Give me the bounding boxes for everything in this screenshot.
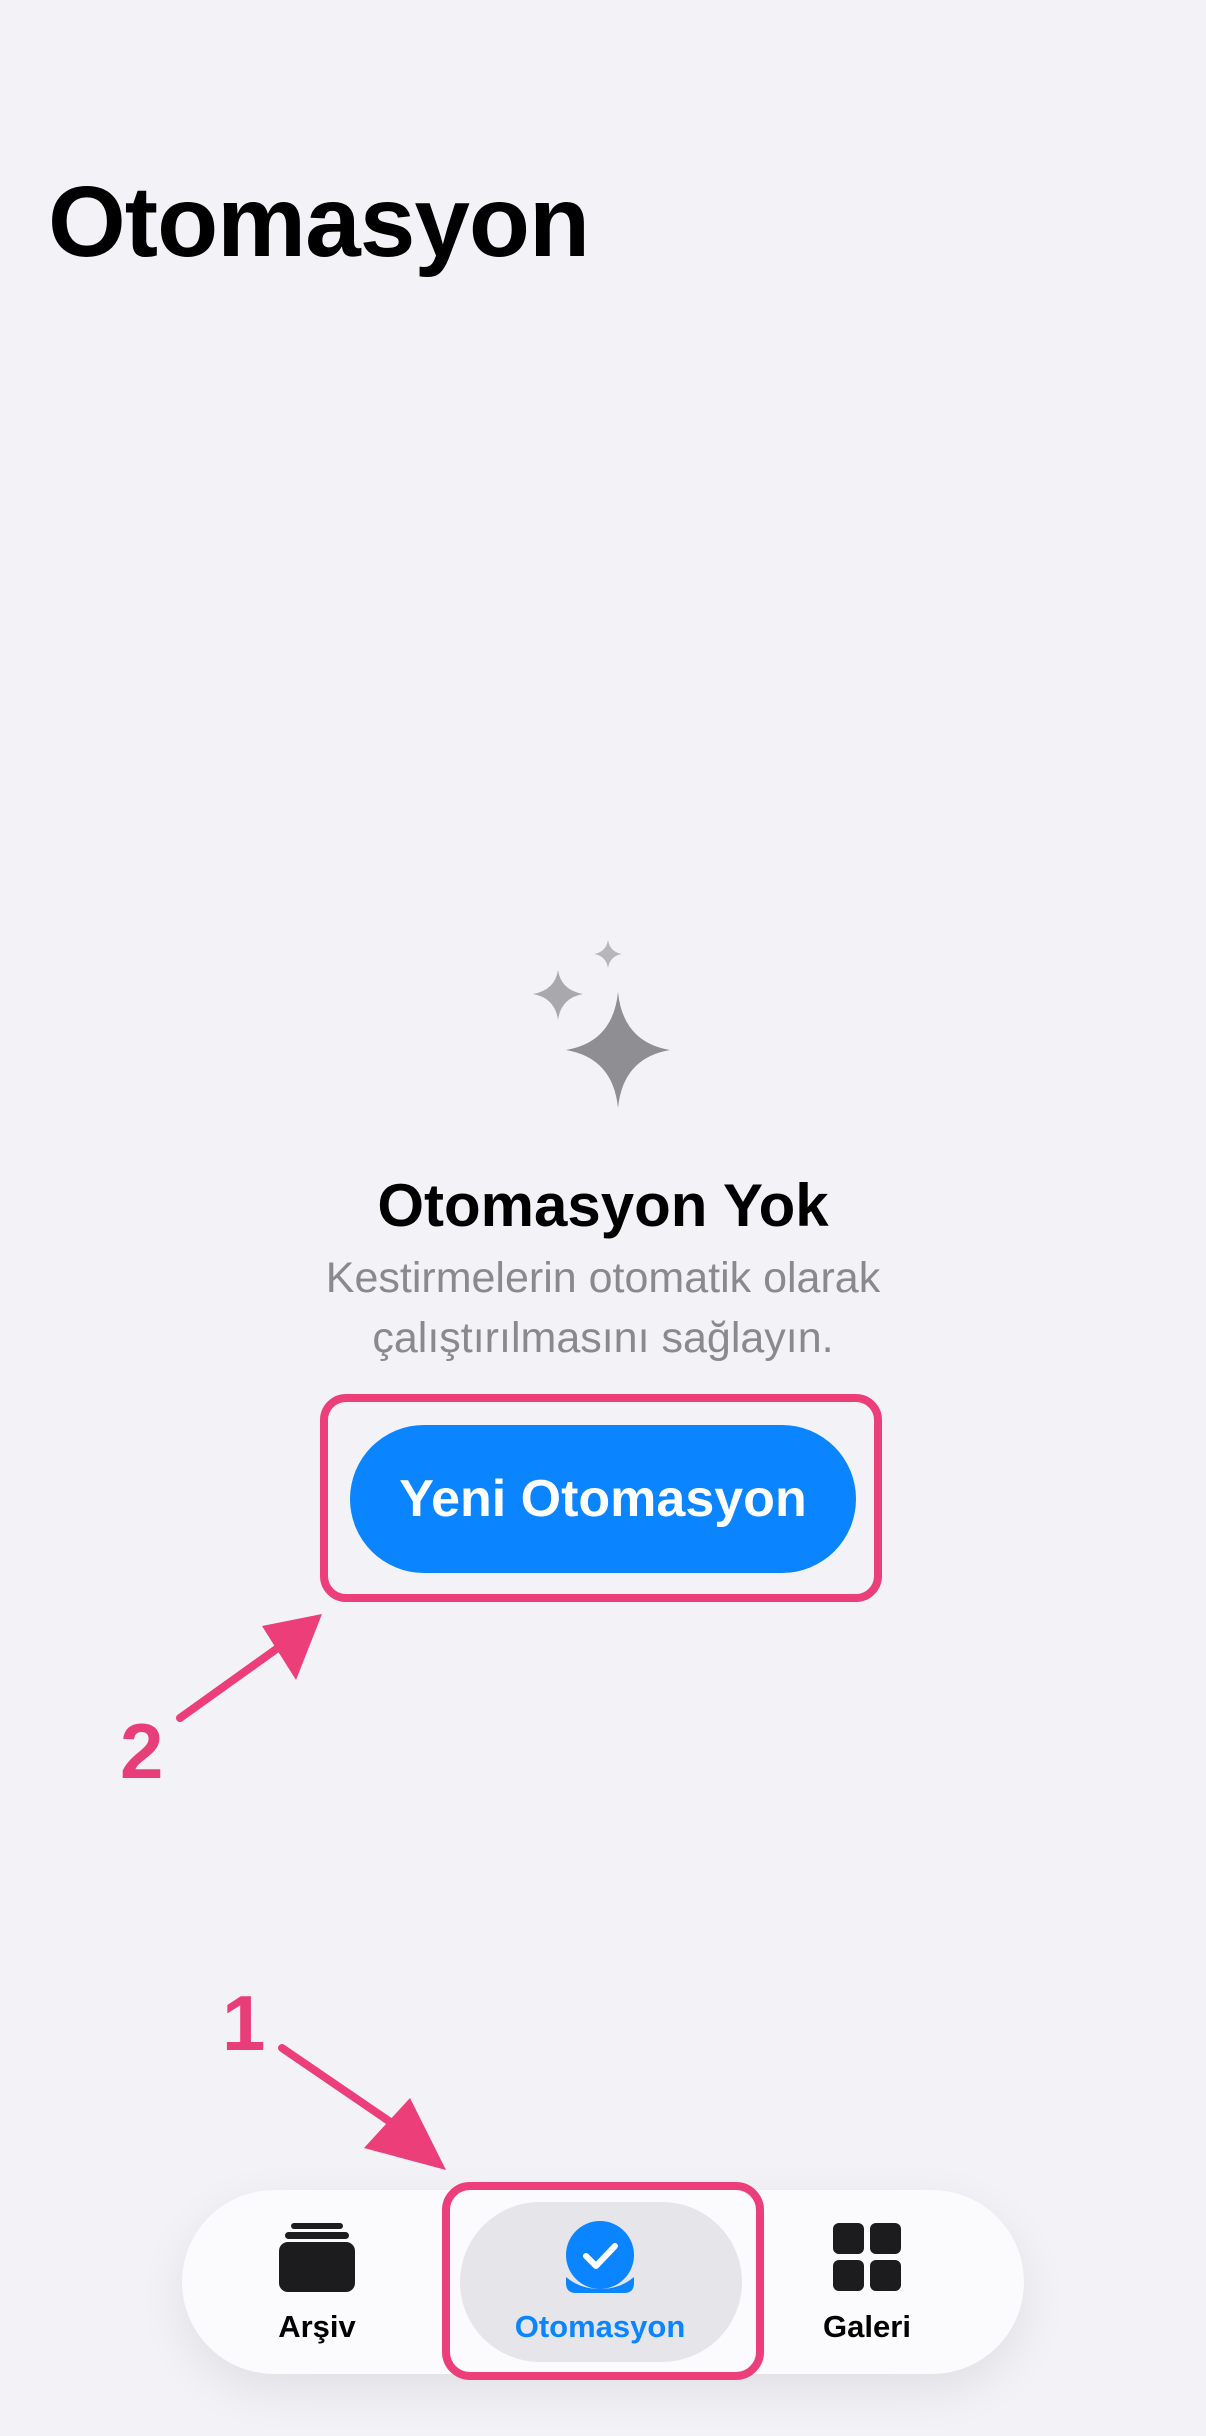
annotation-number-2: 2 (120, 1707, 164, 1795)
annotation-arrow-1-head (364, 2098, 446, 2170)
annotation-number-1: 1 (222, 1979, 266, 2067)
annotation-arrow-2-head (262, 1614, 322, 1680)
annotation-arrow-1 (278, 2044, 406, 2134)
tab-gallery[interactable]: Galeri (772, 2190, 962, 2374)
gallery-grid-icon (833, 2223, 901, 2291)
archive-icon (279, 2223, 355, 2292)
annotation-highlight-automation-tab (442, 2182, 764, 2380)
empty-state-subtitle: Kestirmelerin otomatik olarak çalıştırıl… (325, 1254, 881, 1362)
empty-state (0, 940, 1206, 1110)
tab-label-archive: Arşiv (278, 2309, 356, 2344)
tab-label-gallery: Galeri (823, 2309, 911, 2344)
annotation-arrow-2 (176, 1641, 286, 1722)
empty-state-title: Otomasyon Yok (377, 1172, 829, 1239)
page-title: Otomasyon (48, 166, 590, 278)
new-automation-button[interactable]: Yeni Otomasyon (350, 1425, 856, 1573)
tab-archive[interactable]: Arşiv (222, 2190, 412, 2374)
sparkles-icon (533, 940, 670, 1108)
